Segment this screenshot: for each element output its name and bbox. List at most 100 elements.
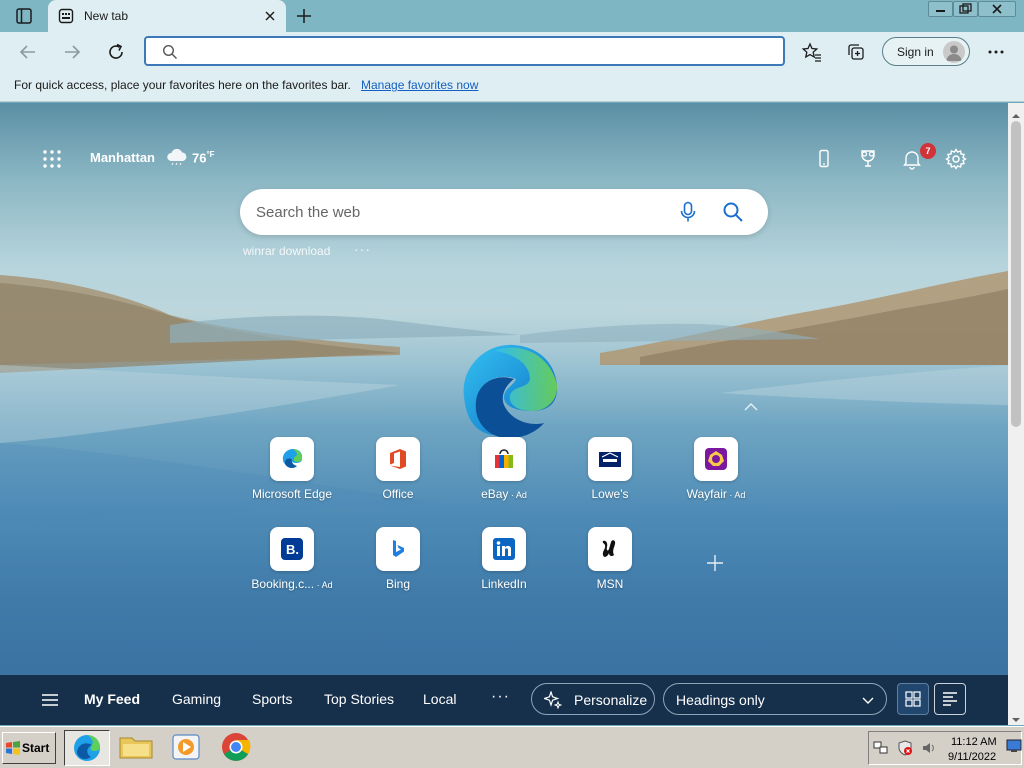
more-menu-icon[interactable] — [984, 40, 1008, 64]
feed-tab-my-feed[interactable]: My Feed — [84, 691, 140, 707]
quick-link-name: Booking.c... — [251, 577, 315, 591]
favorites-bar-message: For quick access, place your favorites h… — [14, 78, 351, 92]
trending-more-button[interactable]: ··· — [354, 241, 371, 257]
quick-link-msn[interactable]: MSN — [560, 527, 660, 603]
list-layout-icon[interactable] — [934, 683, 966, 715]
bing-icon — [376, 527, 420, 571]
start-label: Start — [22, 741, 50, 755]
new-tab-button[interactable] — [294, 6, 314, 26]
weather-temperature[interactable]: 76°F — [192, 150, 215, 165]
chevron-down-icon — [862, 697, 874, 704]
quick-link-ebay[interactable]: eBay · Ad — [454, 437, 554, 513]
system-tray: 11:12 AM 9/11/2022 — [868, 731, 1022, 765]
grid-layout-icon[interactable] — [897, 683, 929, 715]
manage-favorites-link[interactable]: Manage favorites now — [361, 78, 478, 92]
scroll-up-arrow-icon[interactable] — [1012, 107, 1020, 118]
edge-logo-icon — [454, 339, 560, 443]
start-button[interactable]: Start — [2, 732, 56, 764]
favorites-bar: For quick access, place your favorites h… — [0, 70, 1024, 102]
sign-in-button[interactable]: Sign in — [882, 37, 970, 66]
feed-tab-local[interactable]: Local — [423, 691, 456, 707]
title-bar: New tab — [0, 0, 1024, 32]
clock-date[interactable]: 9/11/2022 — [948, 751, 996, 763]
refresh-icon[interactable] — [104, 40, 128, 64]
address-input[interactable] — [186, 42, 766, 62]
personalize-button[interactable]: Personalize — [531, 683, 655, 715]
weather-temp-value: 76 — [192, 150, 207, 166]
quick-link-name: Office — [382, 487, 414, 501]
taskbar-edge-button[interactable] — [64, 730, 110, 766]
weather-temp-unit: °F — [206, 150, 215, 159]
quick-link-microsoft-edge[interactable]: Microsoft Edge — [242, 437, 342, 513]
cloudy-weather-icon[interactable] — [165, 147, 189, 166]
tab-actions-icon[interactable] — [12, 6, 36, 26]
apps-launcher-icon[interactable] — [42, 149, 62, 169]
mobile-phone-icon[interactable] — [812, 147, 836, 171]
scrollbar-thumb[interactable] — [1011, 121, 1021, 427]
show-desktop-icon[interactable] — [1006, 739, 1022, 753]
ad-label: · Ad — [726, 490, 746, 500]
favorites-star-icon[interactable] — [800, 40, 824, 64]
taskbar-chrome-button[interactable] — [214, 730, 260, 766]
collapse-chevron-icon[interactable] — [744, 399, 758, 411]
trending-search-link[interactable]: winrar download — [243, 244, 330, 258]
page-scrollbar[interactable] — [1008, 103, 1024, 725]
taskbar: Start 11:12 AM 9/11/2022 — [0, 726, 1024, 768]
wayfair-icon — [694, 437, 738, 481]
microphone-icon[interactable] — [678, 201, 698, 223]
address-bar[interactable] — [144, 36, 785, 66]
hamburger-menu-icon[interactable] — [40, 692, 60, 708]
personalize-label: Personalize — [574, 692, 648, 708]
feed-tab-top-stories[interactable]: Top Stories — [324, 691, 394, 707]
notification-badge: 7 — [920, 143, 936, 159]
quick-link-label: Microsoft Edge — [242, 487, 342, 501]
tab-close-icon[interactable] — [262, 8, 278, 24]
headings-dropdown-value: Headings only — [676, 692, 765, 708]
forward-arrow-icon[interactable] — [60, 40, 84, 64]
quick-link-office[interactable]: Office — [348, 437, 448, 513]
linkedin-icon — [482, 527, 526, 571]
add-quick-link-plus-icon[interactable] — [705, 553, 725, 573]
network-icon[interactable] — [873, 740, 889, 756]
quick-link-lowes[interactable]: Lowe's — [560, 437, 660, 513]
web-search-input[interactable] — [256, 201, 656, 223]
navigation-toolbar: Sign in — [0, 32, 1024, 70]
search-icon[interactable] — [722, 201, 744, 223]
quick-link-linkedin[interactable]: LinkedIn — [454, 527, 554, 603]
volume-icon[interactable] — [921, 740, 937, 756]
newtab-favicon-icon — [58, 8, 74, 24]
ebay-icon — [482, 437, 526, 481]
security-alert-icon[interactable] — [897, 740, 913, 756]
quick-link-name: Bing — [385, 577, 411, 591]
restore-button[interactable] — [953, 1, 978, 17]
edge-icon — [74, 735, 100, 761]
settings-gear-icon[interactable] — [944, 147, 968, 171]
web-search-box[interactable] — [240, 189, 768, 235]
booking-icon: B. — [270, 527, 314, 571]
quick-link-name: LinkedIn — [481, 577, 527, 591]
taskbar-file-explorer-button[interactable] — [114, 730, 160, 766]
folder-icon — [119, 737, 153, 759]
feed-tab-sports[interactable]: Sports — [252, 691, 292, 707]
headings-dropdown[interactable]: Headings only — [663, 683, 887, 715]
weather-city[interactable]: Manhattan — [90, 150, 155, 165]
collections-icon[interactable] — [844, 40, 868, 64]
quick-link-booking[interactable]: B. Booking.c... · Ad — [242, 527, 342, 603]
new-tab-page: Manhattan 76°F 7 winrar download ··· — [0, 103, 1008, 725]
quick-link-wayfair[interactable]: Wayfair · Ad — [666, 437, 766, 513]
svg-text:B.: B. — [286, 542, 299, 557]
minimize-button[interactable] — [928, 1, 953, 17]
feed-more-button[interactable]: ··· — [491, 688, 510, 706]
quick-link-label: Bing — [348, 577, 448, 591]
taskbar-media-player-button[interactable] — [164, 730, 210, 766]
close-window-button[interactable] — [978, 1, 1016, 17]
tab-new-tab[interactable]: New tab — [48, 0, 286, 32]
avatar-icon — [943, 41, 965, 63]
quick-link-label: LinkedIn — [454, 577, 554, 591]
scroll-down-arrow-icon[interactable] — [1012, 711, 1020, 722]
rewards-trophy-icon[interactable] — [856, 147, 880, 171]
clock-time[interactable]: 11:12 AM — [951, 736, 997, 748]
quick-link-bing[interactable]: Bing — [348, 527, 448, 603]
back-arrow-icon[interactable] — [16, 40, 40, 64]
feed-tab-gaming[interactable]: Gaming — [172, 691, 221, 707]
